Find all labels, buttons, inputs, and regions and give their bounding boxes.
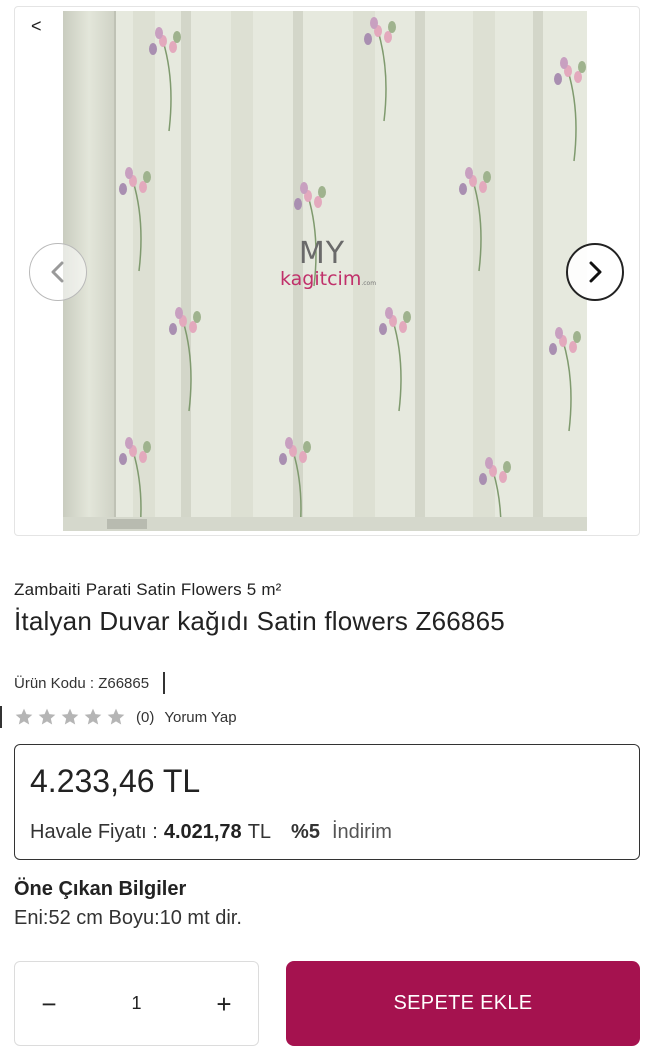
product-subtitle: Zambaiti Parati Satin Flowers 5 m²	[14, 580, 282, 599]
quantity-input[interactable]	[106, 993, 167, 1014]
product-title: İtalyan Duvar kağıdı Satin flowers Z6686…	[14, 606, 505, 636]
price-box: 4.233,46 TL Havale Fiyatı : 4.021,78 TL …	[14, 744, 640, 860]
divider	[163, 672, 166, 694]
transfer-label: Havale Fiyatı :	[30, 821, 158, 843]
product-code-row: Ürün Kodu : Z66865	[14, 672, 166, 694]
increase-quantity-button[interactable]: +	[212, 991, 236, 1017]
discount-percent: %5	[291, 821, 320, 843]
product-gallery: < MY kagitcim.com	[14, 6, 640, 536]
chevron-right-icon	[589, 261, 602, 283]
transfer-price-row: Havale Fiyatı : 4.021,78 TL %5 İndirim	[30, 821, 392, 844]
chevron-left-icon	[51, 261, 64, 283]
star-icon	[84, 708, 102, 725]
product-code: Ürün Kodu : Z66865	[14, 674, 150, 692]
star-icon	[38, 708, 56, 725]
star-icon	[107, 708, 125, 725]
back-button[interactable]: <	[31, 17, 42, 35]
quantity-stepper: − +	[14, 961, 259, 1046]
transfer-currency: TL	[247, 821, 272, 843]
price: 4.233,46 TL	[30, 763, 201, 799]
add-to-cart-button[interactable]: SEPETE EKLE	[286, 961, 640, 1046]
write-review-link[interactable]: Yorum Yap	[164, 709, 236, 726]
star-icon	[15, 708, 33, 725]
gallery-next-button[interactable]	[566, 243, 624, 301]
discount-label: İndirim	[331, 821, 392, 843]
highlights-text: Eni:52 cm Boyu:10 mt dir.	[14, 907, 242, 929]
transfer-price: 4.021,78	[163, 821, 242, 843]
star-icon	[61, 708, 79, 725]
rating-row: (0) Yorum Yap	[0, 706, 237, 728]
gallery-prev-button[interactable]	[29, 243, 87, 301]
divider	[0, 706, 2, 728]
decrease-quantity-button[interactable]: −	[37, 991, 61, 1017]
star-rating	[14, 707, 126, 727]
review-count: (0)	[136, 708, 155, 726]
highlights-title: Öne Çıkan Bilgiler	[14, 878, 187, 900]
product-image: MY kagitcim.com	[63, 11, 587, 531]
wallpaper-image	[63, 11, 587, 531]
